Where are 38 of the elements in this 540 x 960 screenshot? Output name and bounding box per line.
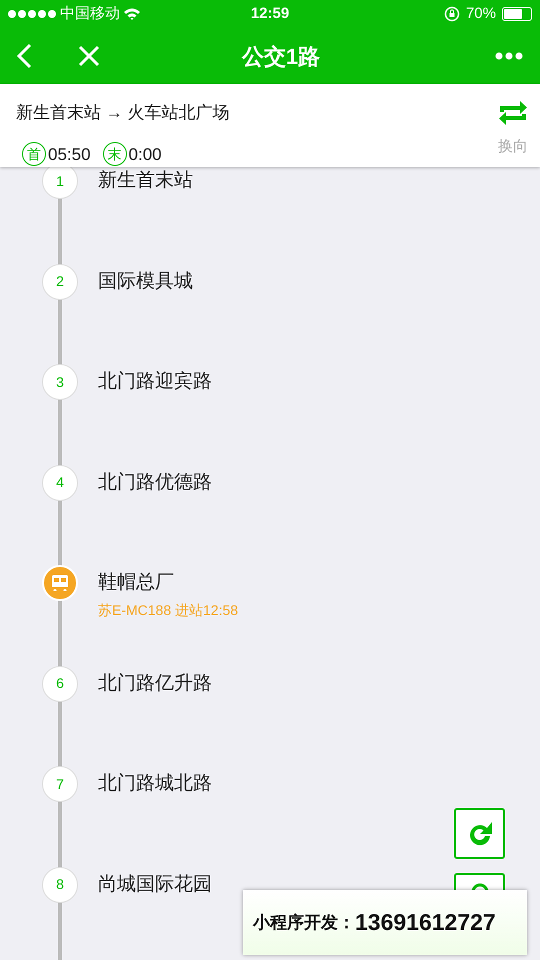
rotation-lock-icon	[444, 6, 460, 22]
page-title: 公交1路	[240, 42, 322, 70]
stop-name: 北门路亿升路	[98, 672, 212, 696]
refresh-button[interactable]	[454, 808, 505, 859]
stop-number: 2	[42, 264, 78, 300]
promo-phone: 13691612727	[355, 908, 496, 938]
status-time: 12:59	[250, 4, 290, 24]
last-bus-time: 0:00	[128, 144, 162, 166]
stop-number: 6	[42, 666, 78, 702]
carrier-name: 中国移动	[60, 4, 120, 24]
swap-direction-button[interactable]: 换向	[498, 100, 528, 160]
stop-name: 北门路优德路	[98, 470, 212, 494]
stop-name: 尚城国际花园	[98, 872, 212, 896]
more-icon	[495, 52, 523, 60]
stop-number: 3	[42, 364, 78, 400]
route-direction: 新生首末站 → 火车站北广场	[16, 102, 230, 124]
close-icon	[78, 45, 100, 67]
bus-icon	[50, 575, 70, 591]
stop-number: 8	[42, 866, 78, 902]
bus-arrival-info: 苏E-MC188 进站12:58	[98, 600, 238, 620]
stop-name: 国际模具城	[98, 270, 193, 294]
stop-name: 北门路迎宾路	[98, 370, 212, 394]
back-icon	[16, 43, 32, 69]
swap-arrows-icon	[498, 100, 528, 126]
locate-button[interactable]	[454, 873, 505, 890]
battery-icon	[502, 7, 532, 21]
stop-name: 新生首末站	[98, 169, 193, 193]
signal-icon	[8, 10, 56, 18]
stop-name: 北门路城北路	[98, 772, 212, 796]
first-bus-time: 05:50	[48, 144, 91, 166]
battery-percent: 70%	[466, 4, 496, 24]
last-bus-badge: 末	[102, 142, 127, 166]
stop-number: 7	[42, 766, 78, 802]
wifi-icon	[124, 8, 140, 20]
stop-name: 鞋帽总厂	[98, 571, 175, 595]
first-bus-badge: 首	[22, 142, 46, 166]
stop-number: 4	[42, 464, 78, 500]
promo-label: 小程序开发：	[253, 912, 355, 934]
